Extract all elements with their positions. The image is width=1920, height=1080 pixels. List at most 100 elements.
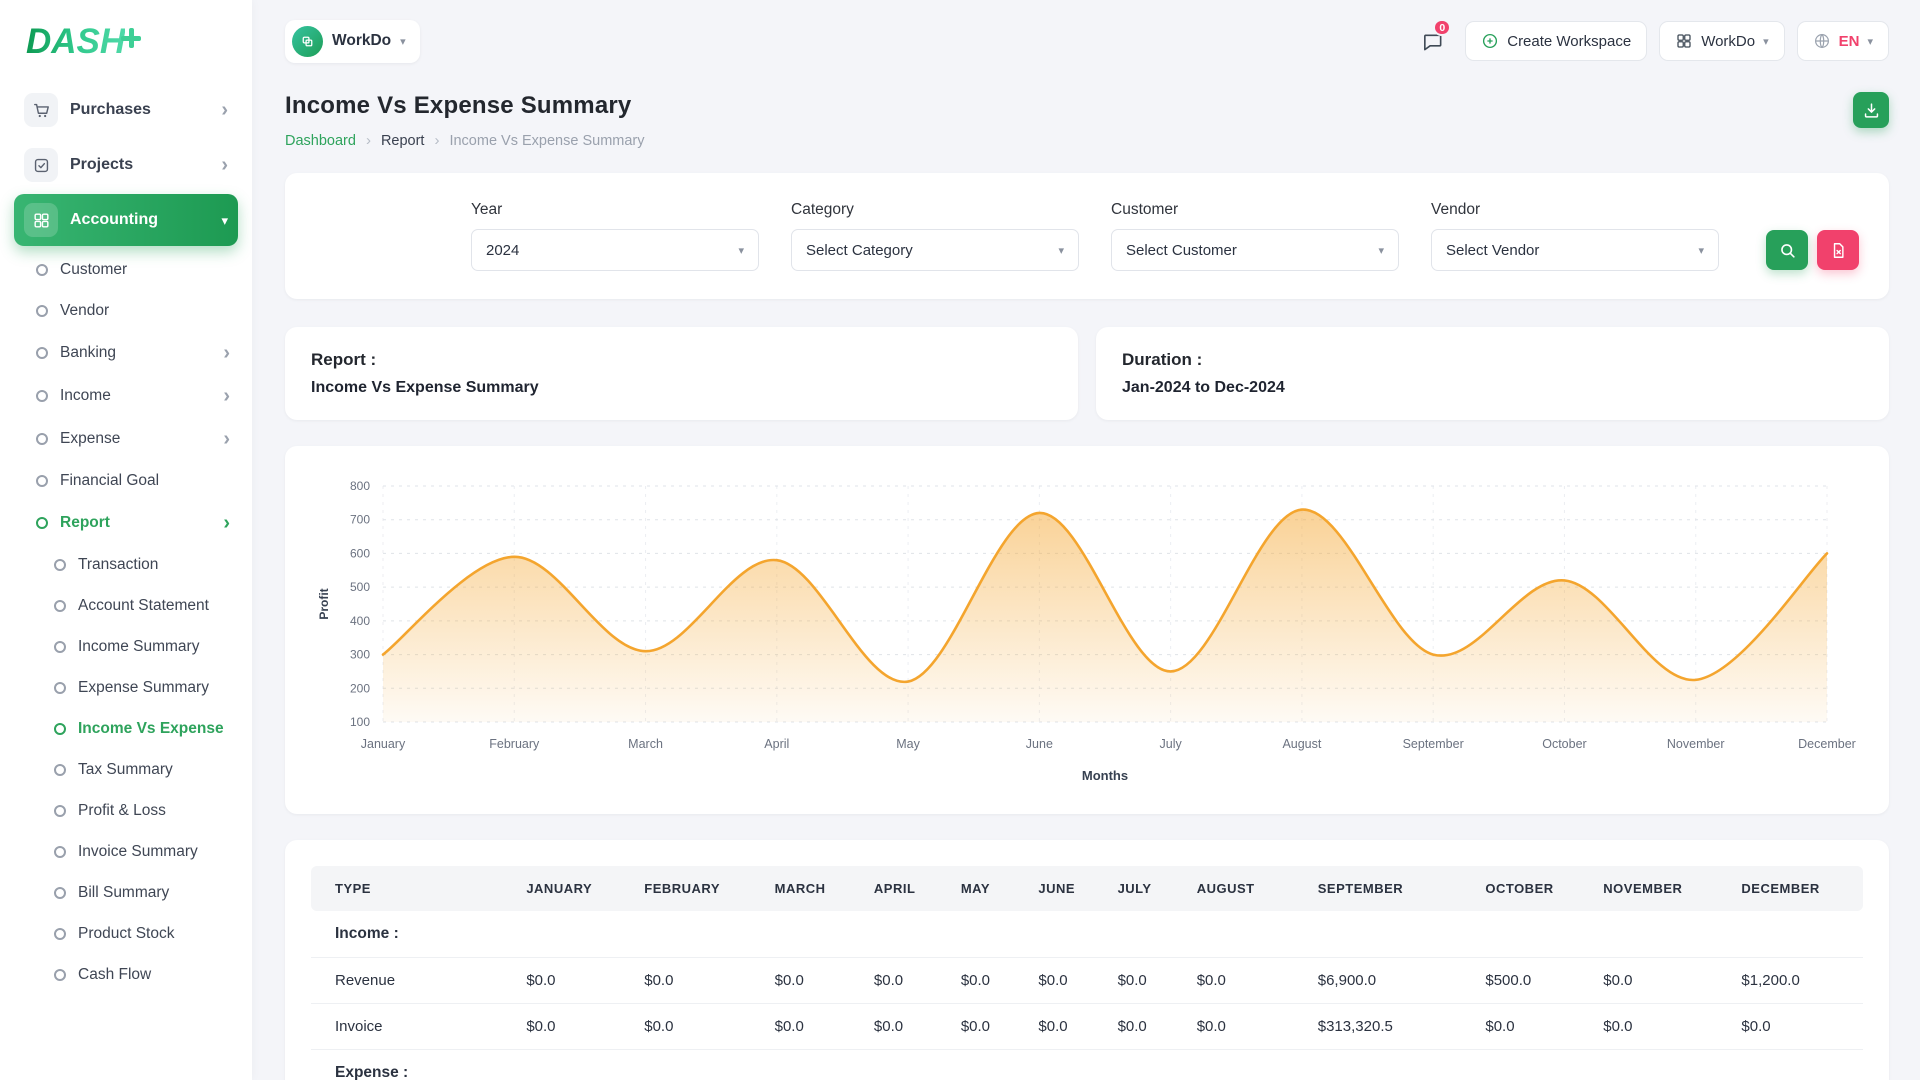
svg-text:July: July [1160, 737, 1183, 751]
sidebar-item-bill-summary[interactable]: Bill Summary [12, 873, 240, 913]
sidebar-item-transaction[interactable]: Transaction [12, 545, 240, 585]
sidebar-item-product-stock[interactable]: Product Stock [12, 914, 240, 954]
column-header-november: NOVEMBER [1591, 866, 1729, 911]
breadcrumb-item-dashboard[interactable]: Dashboard [285, 133, 356, 149]
language-label: EN [1839, 33, 1860, 50]
sidebar-item-vendor[interactable]: Vendor [12, 291, 240, 331]
clipboard-check-icon [24, 148, 58, 182]
sidebar-item-label: Vendor [60, 302, 230, 320]
bullet-icon [54, 846, 66, 858]
sidebar-item-purchases[interactable]: Purchases› [14, 84, 238, 136]
workdo-menu-button[interactable]: WorkDo ▾ [1659, 21, 1784, 61]
bullet-icon [54, 723, 66, 735]
table-section-row: Income : [311, 911, 1863, 958]
sidebar-item-tax-summary[interactable]: Tax Summary [12, 750, 240, 790]
download-icon [1862, 101, 1881, 120]
filter-label: Year [471, 201, 759, 219]
column-header-march: MARCH [763, 866, 862, 911]
filter-group-vendor: VendorSelect Vendor▾ [1431, 201, 1719, 271]
svg-text:August: August [1282, 737, 1321, 751]
topbar: WorkDo ▾ 0 Create Workspace WorkDo ▾ EN … [285, 10, 1889, 72]
workdo-menu-label: WorkDo [1701, 33, 1755, 50]
search-icon [1778, 241, 1797, 260]
summary-row: Report : Income Vs Expense Summary Durat… [285, 327, 1889, 420]
filter-group-year: Year 2024 ▾ [471, 201, 759, 271]
bullet-icon [54, 764, 66, 776]
sidebar-item-label: Income Summary [78, 638, 230, 656]
apply-filter-button[interactable] [1766, 230, 1808, 270]
chevron-right-icon: › [223, 513, 230, 533]
table-card: TYPEJANUARYFEBRUARYMARCHAPRILMAYJUNEJULY… [285, 840, 1889, 1080]
page-header: Income Vs Expense Summary Dashboard›Repo… [285, 92, 1889, 149]
sidebar-item-financial-goal[interactable]: Financial Goal [12, 461, 240, 501]
sidebar-item-label: Income [60, 387, 211, 405]
sidebar-item-income[interactable]: Income› [12, 375, 240, 417]
message-count-badge: 0 [1433, 19, 1451, 36]
chevron-down-icon: ▾ [1378, 244, 1384, 257]
svg-text:December: December [1798, 737, 1856, 751]
year-select[interactable]: 2024 ▾ [471, 229, 759, 271]
chevron-down-icon: ▾ [1058, 244, 1064, 257]
bullet-icon [54, 641, 66, 653]
language-selector[interactable]: EN ▾ [1797, 21, 1889, 61]
create-workspace-button[interactable]: Create Workspace [1465, 21, 1647, 61]
sidebar-item-profit-loss[interactable]: Profit & Loss [12, 791, 240, 831]
bullet-icon [36, 305, 48, 317]
filter-card: Year2024▾CategorySelect Category▾Custome… [285, 173, 1889, 299]
sidebar-item-customer[interactable]: Customer [12, 250, 240, 290]
sidebar-item-expense-summary[interactable]: Expense Summary [12, 668, 240, 708]
sidebar-item-accounting[interactable]: Accounting▾ [14, 194, 238, 246]
column-header-type: TYPE [311, 866, 514, 911]
category-select[interactable]: Select Category▾ [791, 229, 1079, 271]
sidebar: DASH Purchases›Projects›Accounting▾ Cust… [0, 0, 252, 1080]
bullet-icon [36, 264, 48, 276]
sidebar-item-income-summary[interactable]: Income Summary [12, 627, 240, 667]
create-workspace-label: Create Workspace [1507, 33, 1631, 50]
main-content: WorkDo ▾ 0 Create Workspace WorkDo ▾ EN … [252, 0, 1920, 1080]
sidebar-item-invoice-summary[interactable]: Invoice Summary [12, 832, 240, 872]
filters-row: Year2024▾CategorySelect Category▾Custome… [315, 201, 1859, 271]
workspace-selector[interactable]: WorkDo ▾ [285, 20, 420, 63]
column-header-july: JULY [1106, 866, 1185, 911]
svg-text:Profit: Profit [317, 588, 331, 619]
vendor-select[interactable]: Select Vendor▾ [1431, 229, 1719, 271]
sidebar-item-account-statement[interactable]: Account Statement [12, 586, 240, 626]
selected-value: Select Vendor [1446, 242, 1539, 259]
sidebar-item-cash-flow[interactable]: Cash Flow [12, 955, 240, 995]
chevron-right-icon: › [223, 343, 230, 363]
sidebar-item-label: Financial Goal [60, 472, 230, 490]
reset-filter-button[interactable] [1817, 230, 1859, 270]
sidebar-item-label: Profit & Loss [78, 802, 230, 820]
svg-text:200: 200 [350, 681, 370, 695]
sidebar-item-banking[interactable]: Banking› [12, 332, 240, 374]
sidebar-item-expense[interactable]: Expense› [12, 418, 240, 460]
filter-label: Customer [1111, 201, 1399, 219]
sidebar-item-label: Transaction [78, 556, 230, 574]
svg-text:Months: Months [1082, 768, 1128, 783]
filter-group-customer: Customer Select Customer▾ [1111, 201, 1399, 271]
chevron-down-icon: ▾ [221, 214, 228, 227]
page-title: Income Vs Expense Summary [285, 92, 645, 120]
messages-button[interactable]: 0 [1411, 21, 1453, 61]
sidebar-item-report[interactable]: Report› [12, 502, 240, 544]
sidebar-item-label: Expense Summary [78, 679, 230, 697]
sidebar-item-projects[interactable]: Projects› [14, 139, 238, 191]
chevron-down-icon: ▾ [1867, 35, 1873, 48]
customer-select[interactable]: Select Customer▾ [1111, 229, 1399, 271]
report-value: Income Vs Expense Summary [311, 379, 1052, 397]
bullet-icon [54, 969, 66, 981]
svg-text:April: April [764, 737, 789, 751]
chevron-down-icon: ▾ [738, 244, 744, 257]
clear-filter-icon [1829, 241, 1848, 260]
sidebar-item-income-vs-expense[interactable]: Income Vs Expense [12, 709, 240, 749]
sidebar-item-label: Account Statement [78, 597, 230, 615]
grid-icon [24, 203, 58, 237]
svg-text:May: May [896, 737, 920, 751]
selected-value: 2024 [486, 242, 519, 259]
column-header-april: APRIL [862, 866, 949, 911]
svg-text:June: June [1026, 737, 1053, 751]
svg-text:September: September [1403, 737, 1464, 751]
bullet-icon [54, 887, 66, 899]
download-report-button[interactable] [1853, 92, 1889, 128]
app-logo[interactable]: DASH [12, 16, 240, 81]
